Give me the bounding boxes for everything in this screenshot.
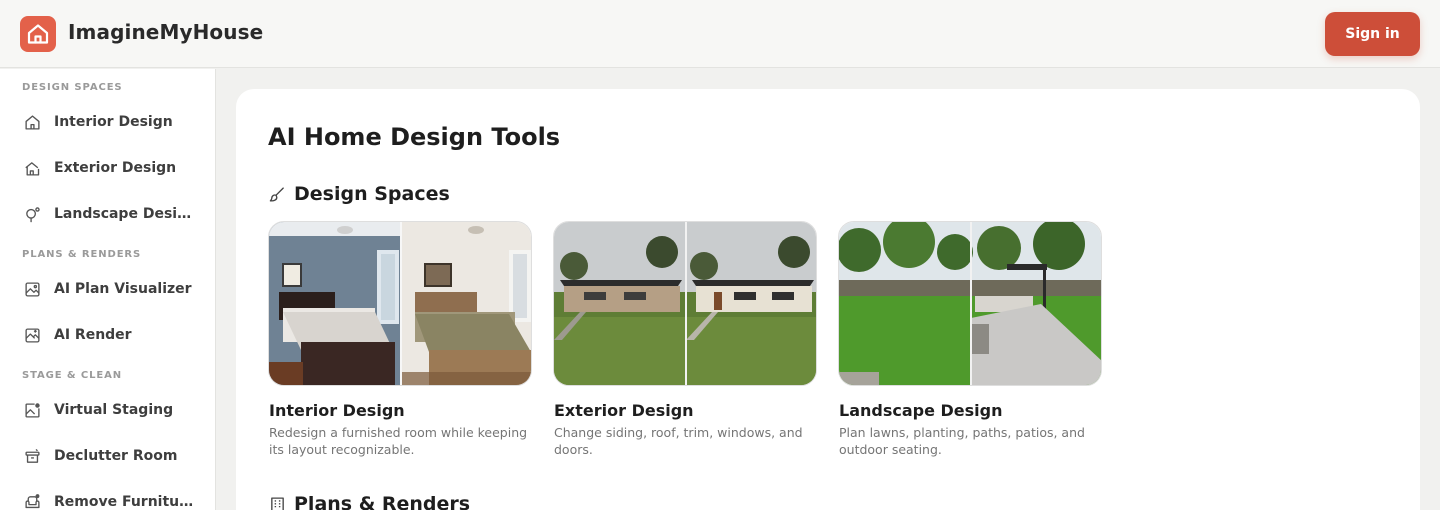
section-title: Design Spaces [294, 183, 450, 205]
sidebar-item-declutter-room[interactable]: Declutter Room [0, 436, 215, 476]
landscape-design-thumbnail [838, 221, 1102, 386]
brush-icon [268, 185, 286, 203]
sidebar-item-ai-plan-visualizer[interactable]: AI Plan Visualizer [0, 269, 215, 309]
card-title: Exterior Design [554, 401, 694, 420]
card-description: Redesign a furnished room while keeping … [269, 425, 528, 457]
staging-image-icon [23, 401, 41, 419]
interior-design-thumbnail [268, 221, 532, 386]
sidebar-item-interior-design[interactable]: Interior Design [0, 102, 215, 142]
tree-icon [23, 205, 41, 223]
sidebar-item-label: Declutter Room [54, 448, 178, 464]
section-heading-plans-renders: Plans & Renders [268, 493, 470, 510]
brand-name[interactable]: ImagineMyHouse [68, 20, 263, 44]
sidebar-item-label: Remove Furniture [54, 494, 194, 510]
card-description: Change siding, roof, trim, windows, and … [554, 425, 803, 457]
sign-in-button[interactable]: Sign in [1325, 12, 1420, 56]
sidebar-section-stage-clean: STAGE & CLEAN [22, 370, 123, 381]
sidebar-item-label: Exterior Design [54, 160, 177, 176]
sidebar: DESIGN SPACES Interior Design Exterior D… [0, 69, 216, 510]
card-title: Interior Design [269, 401, 405, 420]
card-landscape-design[interactable]: Landscape Design Plan lawns, planting, p… [838, 221, 1102, 458]
declutter-box-icon [23, 447, 41, 465]
main-panel: AI Home Design Tools Design Spaces Inter… [236, 89, 1420, 510]
page-title: AI Home Design Tools [268, 123, 561, 151]
armchair-icon [23, 493, 41, 510]
sidebar-item-remove-furniture[interactable]: Remove Furniture [0, 482, 215, 510]
render-image-icon [23, 326, 41, 344]
sidebar-item-label: Virtual Staging [54, 402, 174, 418]
sidebar-item-label: AI Render [54, 327, 132, 343]
top-header: ImagineMyHouse Sign in [0, 0, 1440, 68]
sidebar-item-label: Interior Design [54, 114, 173, 130]
sidebar-section-plans-renders: PLANS & RENDERS [22, 249, 142, 260]
sidebar-item-landscape-design[interactable]: Landscape Design [0, 194, 215, 234]
sidebar-item-ai-render[interactable]: AI Render [0, 315, 215, 355]
house-logo-icon[interactable] [20, 16, 56, 52]
home-icon [23, 113, 41, 131]
sidebar-item-virtual-staging[interactable]: Virtual Staging [0, 390, 215, 430]
plan-image-icon [23, 280, 41, 298]
sidebar-section-design-spaces: DESIGN SPACES [22, 82, 123, 93]
building-icon [268, 495, 286, 510]
section-heading-design-spaces: Design Spaces [268, 183, 450, 205]
house-exterior-icon [23, 159, 41, 177]
section-title: Plans & Renders [294, 493, 471, 510]
sidebar-item-label: AI Plan Visualizer [54, 281, 192, 297]
card-exterior-design[interactable]: Exterior Design Change siding, roof, tri… [553, 221, 817, 458]
card-interior-design[interactable]: Interior Design Redesign a furnished roo… [268, 221, 532, 458]
card-description: Plan lawns, planting, paths, patios, and… [839, 425, 1085, 457]
card-title: Landscape Design [839, 401, 1003, 420]
sidebar-item-exterior-design[interactable]: Exterior Design [0, 148, 215, 188]
sidebar-item-label: Landscape Design [54, 206, 194, 222]
exterior-design-thumbnail [553, 221, 817, 386]
